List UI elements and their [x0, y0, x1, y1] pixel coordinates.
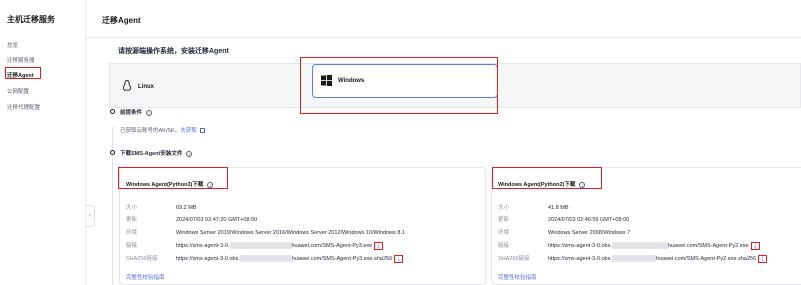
step-connector [112, 127, 113, 149]
prereq-description: 已获取云账号的AK/SK。去获取 [120, 126, 205, 134]
sha256-link[interactable]: https://sms-agent-3-0.obs. huawei.com/SMS… [548, 255, 756, 263]
download-link[interactable]: https://sms-agent-3-0. huawei.com/SMS-Age… [176, 242, 372, 250]
download-icon[interactable]: ⤓ [374, 241, 384, 250]
help-icon[interactable]: ? [186, 150, 193, 157]
sidebar-item-proxy-config[interactable]: 迁移代理配置 [7, 103, 40, 111]
os-option-label: Linux [138, 83, 154, 90]
card-row-link: 链接 https://sms-agent-3-0.obs. huawei.com/S… [498, 241, 760, 250]
step-dot [110, 109, 115, 114]
redacted-region [229, 242, 292, 250]
highlight-box-sidebar [5, 67, 41, 79]
sidebar-item-servers[interactable]: 迁移服务器 [7, 56, 35, 64]
download-icon[interactable]: ⤓ [750, 241, 760, 250]
download-icon[interactable]: ⤓ [758, 254, 768, 263]
page-title: 迁移Agent [102, 16, 141, 25]
sidebar-title: 主机迁移服务 [7, 15, 55, 24]
step-dot [110, 150, 115, 155]
external-link-icon[interactable] [199, 128, 205, 134]
redacted-region [611, 242, 668, 250]
card-row-sha256: SHA256链接 https://sms-agent-3-0.obs. huawei… [498, 254, 768, 263]
highlight-box-windows [300, 57, 498, 114]
redacted-region [239, 255, 292, 263]
integrity-guide-link[interactable]: 完整性校验指南 [126, 273, 165, 281]
card-row-env: 环境 Windows Server 2008/Windows 7 [498, 230, 631, 236]
card-row-update: 更新 2024/07/03 02:47:20 GMT+08:00 [126, 217, 258, 223]
step-title: 下载SMS-Agent安装文件? [120, 150, 193, 157]
redacted-region [611, 255, 656, 263]
card-row-sha256: SHA256链接 https://sms-agent-3-0.obs. huawei… [126, 254, 404, 263]
page-header: 迁移Agent [86, 0, 801, 38]
sidebar-item-overview[interactable]: 总览 [7, 41, 18, 49]
chevron-left-icon: ‹ [89, 213, 91, 219]
get-aksk-link[interactable]: 去获取 [180, 128, 197, 134]
help-icon[interactable]: ? [146, 109, 153, 116]
card-row-update: 更新 2024/07/03 02:46:59 GMT+08:00 [498, 217, 630, 223]
step-connector [112, 158, 113, 285]
card-row-size: 大小 69.2 MB [126, 205, 197, 211]
sha256-link[interactable]: https://sms-agent-3-0.obs. huawei.com/SMS… [176, 255, 392, 263]
card-row-env: 环境 Windows Server 2019/Windows Server 201… [126, 230, 405, 236]
linux-icon [122, 80, 132, 93]
highlight-box-card2-title [492, 167, 602, 189]
card-row-size: 大小 41.8 MB [498, 205, 569, 211]
sidebar: 主机迁移服务 总览 迁移服务器 迁移Agent 公网配置 迁移代理配置 [0, 0, 86, 285]
highlight-box-card1-title [118, 167, 228, 189]
step-title: 前提条件? [120, 109, 153, 116]
os-option-linux[interactable]: Linux [122, 65, 302, 108]
collapse-sidebar-handle[interactable]: ‹ [86, 205, 95, 227]
section-title: 请按源端操作系统，安装迁移Agent [118, 48, 229, 55]
card-row-link: 链接 https://sms-agent-3-0. huawei.com/SMS-A… [126, 241, 384, 250]
sidebar-item-public-config[interactable]: 公网配置 [7, 87, 29, 95]
integrity-guide-link[interactable]: 完整性校验指南 [498, 273, 537, 281]
download-icon[interactable]: ⤓ [394, 254, 404, 263]
download-link[interactable]: https://sms-agent-3-0.obs. huawei.com/SMS… [548, 242, 749, 250]
